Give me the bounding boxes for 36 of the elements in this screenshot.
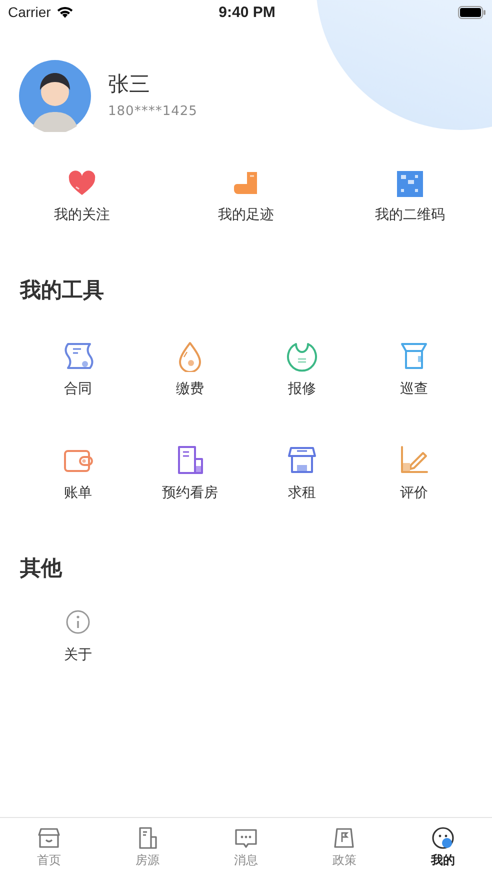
tool-label[interactable]: 评价 — [400, 484, 428, 502]
home-icon — [37, 826, 62, 850]
tool-label[interactable]: 关于 — [64, 646, 92, 664]
tool-label[interactable]: 巡查 — [400, 380, 428, 398]
tab-item[interactable]: 房源 — [98, 818, 197, 876]
shop-icon — [286, 444, 318, 476]
scroll-icon — [62, 340, 94, 372]
door-icon — [398, 340, 430, 372]
user-name: 张三 — [108, 70, 151, 98]
tool-label[interactable]: 合同 — [64, 380, 92, 398]
tab-item[interactable]: 首页 — [0, 818, 98, 876]
section-title: 其他 — [19, 555, 64, 582]
battery-icon — [458, 6, 486, 18]
heart-icon — [68, 170, 96, 198]
tool-label[interactable]: 预约看房 — [162, 484, 218, 502]
tab-item[interactable]: 消息 — [196, 818, 296, 876]
wifi-icon — [56, 6, 74, 18]
shortcut-label[interactable]: 我的二维码 — [375, 206, 445, 224]
tool-label[interactable]: 缴费 — [176, 380, 204, 398]
bib-icon — [286, 340, 318, 372]
shortcut-label[interactable]: 我的足迹 — [218, 206, 274, 224]
tool-label[interactable]: 账单 — [64, 484, 92, 502]
shortcut-label[interactable]: 我的关注 — [54, 206, 110, 224]
profile-icon — [430, 826, 455, 850]
flag-icon — [332, 826, 356, 850]
phone-number: 180****1425 — [108, 104, 198, 118]
tab-item[interactable]: 政策 — [295, 818, 394, 876]
qr-code-icon — [396, 170, 424, 198]
section-title: 我的工具 — [18, 277, 105, 304]
tab-item[interactable]: 我的 — [394, 818, 492, 876]
pen-icon — [398, 444, 430, 476]
clock-time: 9:40 PM — [218, 4, 276, 20]
avatar — [19, 60, 91, 132]
carrier-label: Carrier — [8, 4, 51, 20]
tool-label[interactable]: 报修 — [288, 380, 316, 398]
tool-label[interactable]: 求租 — [288, 484, 316, 502]
